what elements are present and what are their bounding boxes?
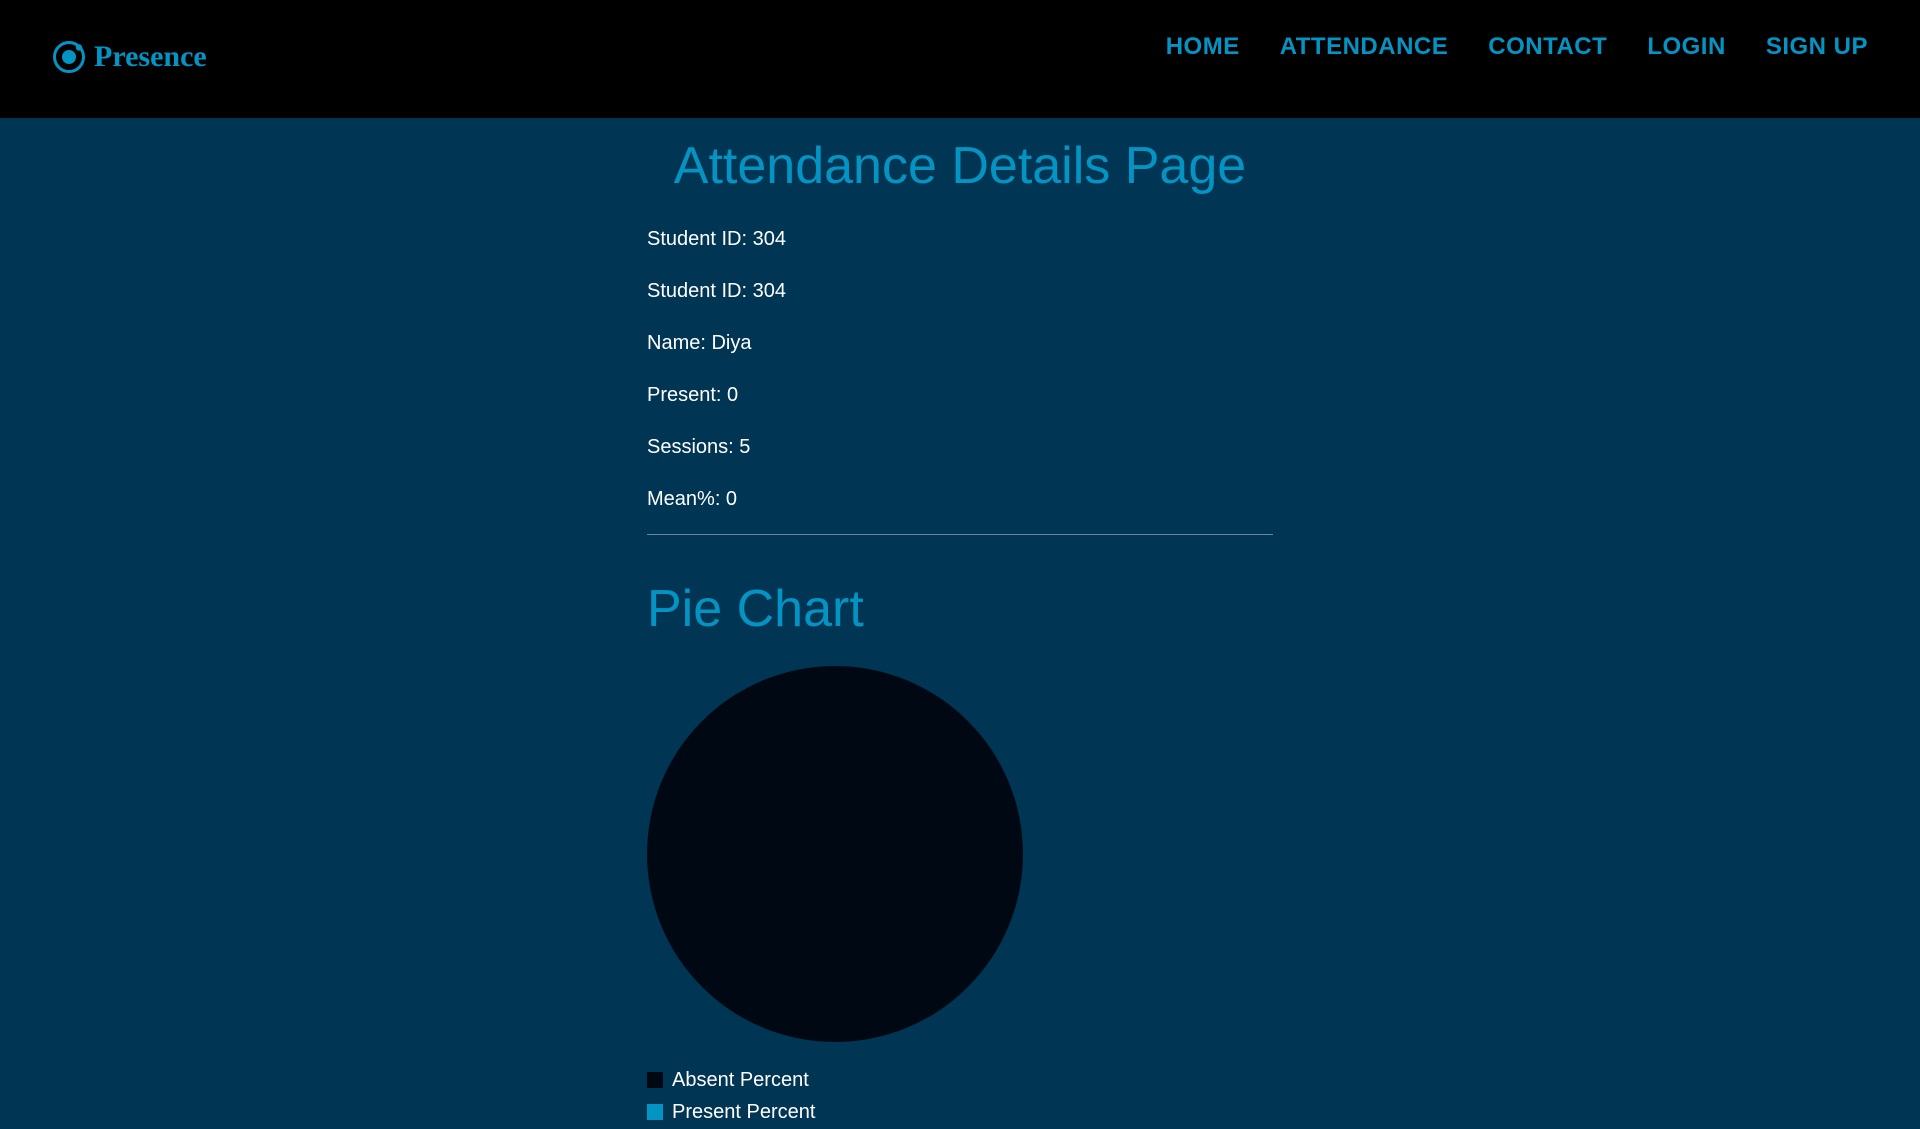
- nav-contact-link[interactable]: CONTACT: [1488, 33, 1607, 61]
- detail-mean-percent: Mean%: 0: [647, 488, 738, 510]
- nav-menu: HOME ATTENDANCE CONTACT LOGIN SIGN UP: [1166, 33, 1868, 61]
- navbar: Presence HOME ATTENDANCE CONTACT LOGIN S…: [0, 0, 1920, 118]
- nav-signup-link[interactable]: SIGN UP: [1766, 33, 1868, 61]
- detail-student-id: Student ID: 304: [647, 228, 786, 250]
- nav-login-link[interactable]: LOGIN: [1647, 33, 1726, 61]
- legend-swatch-absent: [647, 1072, 663, 1088]
- ionic-logo-icon: [53, 41, 85, 73]
- section-divider: [647, 534, 1273, 535]
- page-title: Attendance Details Page: [673, 137, 1247, 195]
- student-details: Student ID: 304 Student ID: 304 Name: Di…: [647, 227, 1274, 539]
- chart-title: Pie Chart: [647, 580, 864, 638]
- legend-item-absent: Absent Percent: [647, 1064, 815, 1096]
- chart-legend: Absent Percent Present Percent: [647, 1064, 815, 1128]
- legend-item-present: Present Percent: [647, 1096, 815, 1128]
- brand-logo[interactable]: Presence: [52, 40, 207, 74]
- pie-slice-absent-percent: [647, 666, 1023, 1042]
- brand-name: Presence: [94, 40, 207, 73]
- detail-sessions: Sessions: 5: [647, 436, 751, 458]
- legend-swatch-present: [647, 1104, 663, 1120]
- legend-label-present: Present Percent: [672, 1100, 816, 1123]
- pie-chart: [647, 666, 1023, 1042]
- detail-student-id-repeat: Student ID: 304: [647, 280, 786, 302]
- nav-home-link[interactable]: HOME: [1166, 33, 1240, 61]
- legend-label-absent: Absent Percent: [672, 1068, 809, 1091]
- nav-attendance-link[interactable]: ATTENDANCE: [1280, 33, 1449, 61]
- detail-name: Name: Diya: [647, 332, 752, 354]
- detail-present: Present: 0: [647, 384, 739, 406]
